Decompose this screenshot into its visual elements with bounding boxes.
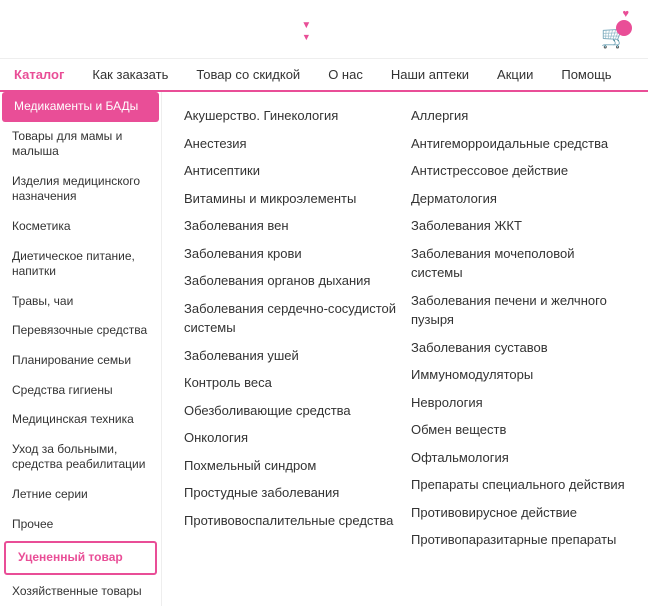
heart-icon: ♥ — [622, 8, 629, 20]
category-link[interactable]: Заболевания печени и желчного пузыря — [405, 287, 632, 334]
category-link[interactable]: Иммуномодуляторы — [405, 361, 632, 389]
category-link[interactable]: Онкология — [178, 424, 405, 452]
category-link[interactable]: Заболевания ЖКТ — [405, 212, 632, 240]
category-link[interactable]: Офтальмология — [405, 444, 632, 472]
category-link[interactable]: Антигеморроидальные средства — [405, 130, 632, 158]
category-link[interactable]: Заболевания мочеполовой системы — [405, 240, 632, 287]
sidebar-item-5[interactable]: Травы, чаи — [0, 287, 161, 317]
content-col-right: АллергияАнтигеморроидальные средстваАнти… — [405, 102, 632, 554]
main-layout: Медикаменты и БАДыТовары для мамы и малы… — [0, 92, 648, 606]
category-link[interactable]: Дерматология — [405, 185, 632, 213]
sidebar-item-9[interactable]: Медицинская техника — [0, 405, 161, 435]
sidebar-item-1[interactable]: Товары для мамы и малыша — [0, 122, 161, 167]
category-link[interactable]: Заболевания ушей — [178, 342, 405, 370]
category-link[interactable]: Похмельный синдром — [178, 452, 405, 480]
sidebar-item-12[interactable]: Прочее — [0, 510, 161, 540]
sidebar-item-7[interactable]: Планирование семьи — [0, 346, 161, 376]
category-link[interactable]: Заболевания крови — [178, 240, 405, 268]
cart-icon: 🛒 — [601, 24, 628, 50]
content-col-left: Акушерство. ГинекологияАнестезияАнтисепт… — [178, 102, 405, 554]
city-selector[interactable]: ▼ — [301, 16, 311, 31]
nav-item-товар-со-скидкой[interactable]: Товар со скидкой — [182, 59, 314, 90]
sidebar-item-13[interactable]: Уцененный товар — [4, 541, 157, 575]
category-link[interactable]: Противовоспалительные средства — [178, 507, 405, 535]
nav-item-как-заказать[interactable]: Как заказать — [78, 59, 182, 90]
category-link[interactable]: Неврология — [405, 389, 632, 417]
content-columns: Акушерство. ГинекологияАнестезияАнтисепт… — [178, 102, 632, 554]
header: ▼ ▼ ♥ 🛒 — [0, 0, 648, 59]
sidebar: Медикаменты и БАДыТовары для мамы и малы… — [0, 92, 162, 606]
sidebar-item-3[interactable]: Косметика — [0, 212, 161, 242]
category-link[interactable]: Заболевания вен — [178, 212, 405, 240]
header-center: ▼ ▼ — [301, 16, 311, 43]
category-link[interactable]: Заболевания суставов — [405, 334, 632, 362]
category-link[interactable]: Акушерство. Гинекология — [178, 102, 405, 130]
auth-links: ♥ — [601, 8, 636, 20]
sidebar-item-14[interactable]: Хозяйственные товары — [0, 577, 161, 606]
category-link[interactable]: Контроль веса — [178, 369, 405, 397]
header-right: ♥ 🛒 — [601, 8, 636, 50]
sidebar-item-6[interactable]: Перевязочные средства — [0, 316, 161, 346]
nav-item-помощь[interactable]: Помощь — [547, 59, 625, 90]
category-link[interactable]: Витамины и микроэлементы — [178, 185, 405, 213]
category-link[interactable]: Антистрессовое действие — [405, 157, 632, 185]
nav-item-акции[interactable]: Акции — [483, 59, 547, 90]
nav-item-наши-аптеки[interactable]: Наши аптеки — [377, 59, 483, 90]
category-link[interactable]: Простудные заболевания — [178, 479, 405, 507]
cart-area[interactable]: 🛒 — [601, 24, 636, 50]
category-link[interactable]: Анестезия — [178, 130, 405, 158]
category-link[interactable]: Заболевания сердечно-сосудистой системы — [178, 295, 405, 342]
category-link[interactable]: Противовирусное действие — [405, 499, 632, 527]
main-nav: КаталогКак заказатьТовар со скидкойО нас… — [0, 59, 648, 92]
sidebar-item-10[interactable]: Уход за больными, средства реабилитации — [0, 435, 161, 480]
cart-badge — [616, 20, 632, 36]
category-link[interactable]: Обезболивающие средства — [178, 397, 405, 425]
sidebar-item-11[interactable]: Летние серии — [0, 480, 161, 510]
contact-link[interactable]: ▼ — [301, 31, 311, 43]
sidebar-item-2[interactable]: Изделия медицинского назначения — [0, 167, 161, 212]
category-link[interactable]: Обмен веществ — [405, 416, 632, 444]
category-link[interactable]: Антисептики — [178, 157, 405, 185]
city-chevron-icon: ▼ — [301, 20, 311, 31]
contact-chevron-icon: ▼ — [302, 32, 311, 42]
category-link[interactable]: Препараты специального действия — [405, 471, 632, 499]
category-link[interactable]: Противопаразитарные препараты — [405, 526, 632, 554]
nav-item-о-нас[interactable]: О нас — [314, 59, 377, 90]
content-area: Акушерство. ГинекологияАнестезияАнтисепт… — [162, 92, 648, 606]
nav-item-каталог[interactable]: Каталог — [0, 59, 78, 92]
sidebar-item-8[interactable]: Средства гигиены — [0, 376, 161, 406]
category-link[interactable]: Заболевания органов дыхания — [178, 267, 405, 295]
sidebar-item-4[interactable]: Диетическое питание, напитки — [0, 242, 161, 287]
sidebar-item-0[interactable]: Медикаменты и БАДы — [2, 92, 159, 122]
category-link[interactable]: Аллергия — [405, 102, 632, 130]
